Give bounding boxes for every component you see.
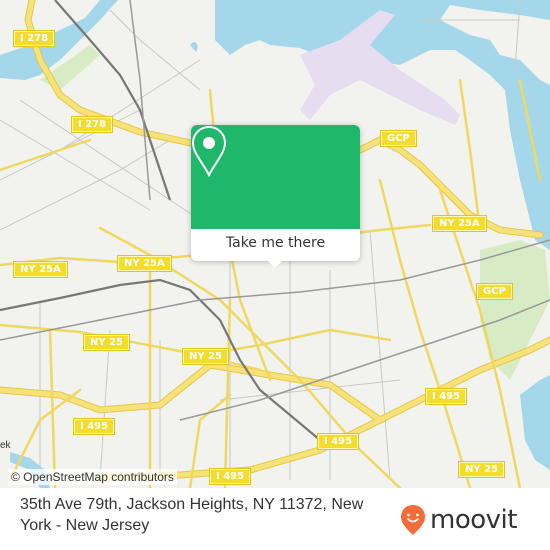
- route-shield-gcp: GCP: [477, 284, 512, 299]
- route-shield-ny25a: NY 25A: [118, 256, 171, 271]
- footer: 35th Ave 79th, Jackson Heights, NY 11372…: [0, 488, 550, 550]
- map[interactable]: I 278 I 278 GCP NY 25A NY 25A NY 25A GCP…: [0, 0, 550, 488]
- moovit-wordmark: moovit: [430, 505, 517, 535]
- route-shield-i278: I 278: [14, 31, 55, 46]
- route-shield-ny25a: NY 25A: [14, 262, 67, 277]
- route-shield-ny25: NY 25: [84, 335, 130, 350]
- location-popup: Take me there: [191, 125, 360, 268]
- route-shield-i495: I 495: [74, 419, 115, 434]
- route-shield-ny25: NY 25: [459, 462, 505, 477]
- route-shield-i495: I 495: [210, 469, 251, 484]
- route-shield-i278: I 278: [72, 117, 113, 132]
- route-shield-gcp: GCP: [381, 131, 416, 146]
- route-shield-ny25a: NY 25A: [433, 216, 486, 231]
- moovit-pin-smile-icon: [401, 505, 425, 535]
- take-me-there-button[interactable]: Take me there: [191, 229, 360, 261]
- water-lake: [520, 375, 550, 470]
- popup-pin-area[interactable]: [191, 125, 360, 229]
- map-place-label-partial: ek: [0, 440, 11, 451]
- map-pin-icon: [191, 125, 227, 177]
- route-shield-ny25: NY 25: [183, 349, 229, 364]
- moovit-logo[interactable]: moovit: [400, 502, 540, 538]
- address-text: 35th Ave 79th, Jackson Heights, NY 11372…: [20, 496, 364, 534]
- route-shield-i495: I 495: [318, 434, 359, 449]
- water-pond: [190, 42, 198, 52]
- popup-pointer: [267, 260, 283, 268]
- route-shield-i495: I 495: [426, 389, 467, 404]
- osm-attribution[interactable]: © OpenStreetMap contributors: [8, 469, 177, 485]
